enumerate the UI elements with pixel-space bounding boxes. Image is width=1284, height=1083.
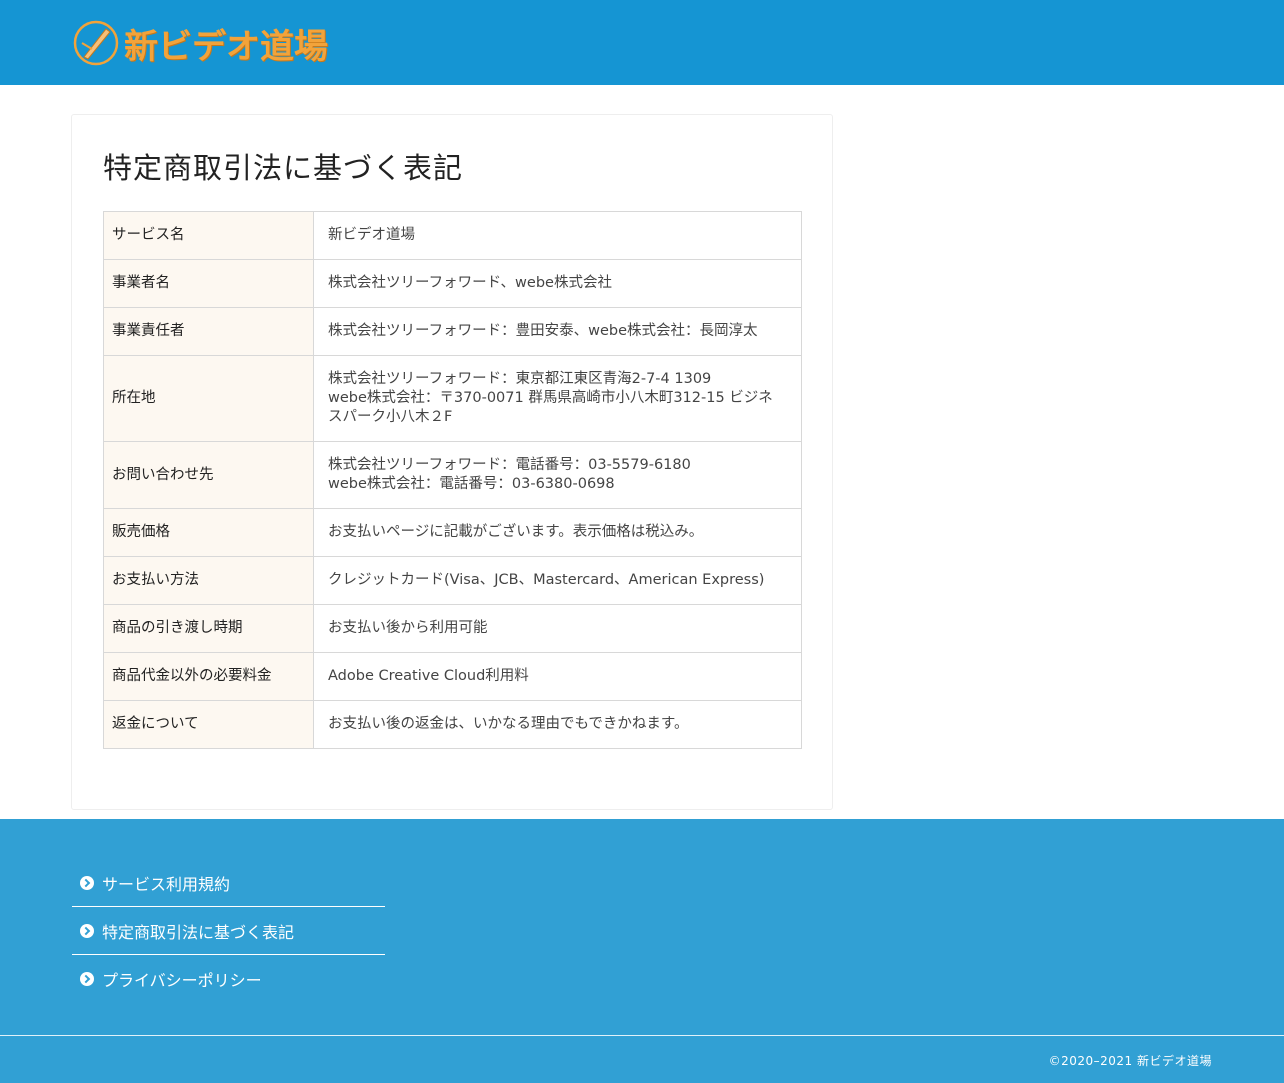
footer-link-label: プライバシーポリシー — [102, 971, 262, 990]
row-label: 所在地 — [103, 355, 314, 442]
row-value-line: 株式会社ツリーフォワード、webe株式会社 — [328, 275, 612, 291]
row-value-line: webe株式会社：〒370-0071 群馬県高崎市小八木町312-15 ビジネス… — [328, 390, 773, 425]
row-label: 事業責任者 — [103, 307, 314, 356]
row-value-line: 株式会社ツリーフォワード：電話番号：03-5579-6180 — [328, 457, 691, 473]
table-row: 返金について お支払い後の返金は、いかなる理由でもできかねます。 — [103, 700, 802, 749]
row-value: 株式会社ツリーフォワード：東京都江東区青海2-7-4 1309 webe株式会社：… — [313, 355, 802, 442]
row-value: お支払い後から利用可能 — [313, 604, 802, 653]
site-header: 新ビデオ道場 — [0, 0, 1284, 85]
row-value: 新ビデオ道場 — [313, 211, 802, 260]
chevron-circle-right-icon — [80, 972, 94, 986]
table-row: 販売価格 お支払いページに記載がございます。表示価格は税込み。 — [103, 508, 802, 557]
row-value-line: webe株式会社：電話番号：03-6380-0698 — [328, 476, 615, 492]
table-row: お問い合わせ先 株式会社ツリーフォワード：電話番号：03-5579-6180 we… — [103, 441, 802, 509]
table-row: 事業責任者 株式会社ツリーフォワード：豊田安泰、webe株式会社：長岡淳太 — [103, 307, 802, 356]
footer-link-privacy[interactable]: プライバシーポリシー — [72, 955, 385, 1003]
row-value: 株式会社ツリーフォワード：電話番号：03-5579-6180 webe株式会社：電… — [313, 441, 802, 509]
logo-text: 新ビデオ道場 — [124, 26, 328, 67]
content-card: 特定商取引法に基づく表記 サービス名 新ビデオ道場 事業者名 株式会社ツリーフォ… — [71, 114, 833, 810]
table-row: 所在地 株式会社ツリーフォワード：東京都江東区青海2-7-4 1309 webe株… — [103, 355, 802, 442]
row-value: お支払い後の返金は、いかなる理由でもできかねます。 — [313, 700, 802, 749]
row-value-line: Adobe Creative Cloud利用料 — [328, 668, 529, 684]
row-value-line: お支払い後の返金は、いかなる理由でもできかねます。 — [328, 716, 689, 732]
row-value: お支払いページに記載がございます。表示価格は税込み。 — [313, 508, 802, 557]
row-label: お問い合わせ先 — [103, 441, 314, 509]
chevron-circle-right-icon — [80, 923, 94, 938]
row-label: 返金について — [103, 700, 314, 749]
footer-link-terms[interactable]: サービス利用規約 — [72, 859, 385, 907]
footer-link-label: 特定商取引法に基づく表記 — [102, 922, 295, 942]
footer-nav: サービス利用規約 特定商取引法に基づく表記 プライバシーポリシー — [72, 859, 385, 1003]
table-row: 商品の引き渡し時期 お支払い後から利用可能 — [103, 604, 802, 653]
page-title: 特定商取引法に基づく表記 — [103, 151, 464, 185]
copyright-text: ©2020–2021 新ビデオ道場 — [1048, 1054, 1212, 1068]
row-value-line: お支払い後から利用可能 — [328, 620, 488, 636]
footer-link-label: サービス利用規約 — [102, 874, 231, 894]
row-label: 販売価格 — [103, 508, 314, 557]
footer-link-commerce-law[interactable]: 特定商取引法に基づく表記 — [72, 907, 385, 955]
site-logo[interactable]: 新ビデオ道場 — [72, 18, 328, 68]
table-row: 商品代金以外の必要料金 Adobe Creative Cloud利用料 — [103, 652, 802, 701]
row-label: お支払い方法 — [103, 556, 314, 605]
row-value: クレジットカード(Visa、JCB、Mastercard、American Ex… — [313, 556, 802, 605]
row-value: Adobe Creative Cloud利用料 — [313, 652, 802, 701]
row-value-line: 新ビデオ道場 — [328, 227, 415, 243]
row-value-line: クレジットカード(Visa、JCB、Mastercard、American Ex… — [328, 572, 765, 588]
row-value-line: お支払いページに記載がございます。表示価格は税込み。 — [328, 524, 704, 540]
row-value-line: 株式会社ツリーフォワード：豊田安泰、webe株式会社：長岡淳太 — [328, 323, 758, 339]
logo-pen-icon — [73, 20, 119, 66]
row-value: 株式会社ツリーフォワード：豊田安泰、webe株式会社：長岡淳太 — [313, 307, 802, 356]
commerce-info-table: サービス名 新ビデオ道場 事業者名 株式会社ツリーフォワード、webe株式会社 … — [103, 211, 802, 749]
row-value: 株式会社ツリーフォワード、webe株式会社 — [313, 259, 802, 308]
site-footer: サービス利用規約 特定商取引法に基づく表記 プライバシーポリシー ©2020–2… — [0, 819, 1284, 1083]
row-label: 商品の引き渡し時期 — [103, 604, 314, 653]
row-label: サービス名 — [103, 211, 314, 260]
table-row: お支払い方法 クレジットカード(Visa、JCB、Mastercard、Amer… — [103, 556, 802, 605]
footer-divider — [0, 1035, 1284, 1036]
row-label: 事業者名 — [103, 259, 314, 308]
row-value-line: 株式会社ツリーフォワード：東京都江東区青海2-7-4 1309 — [328, 371, 712, 387]
row-label: 商品代金以外の必要料金 — [103, 652, 314, 701]
chevron-circle-right-icon — [80, 875, 94, 890]
table-row: サービス名 新ビデオ道場 — [103, 211, 802, 260]
table-row: 事業者名 株式会社ツリーフォワード、webe株式会社 — [103, 259, 802, 308]
